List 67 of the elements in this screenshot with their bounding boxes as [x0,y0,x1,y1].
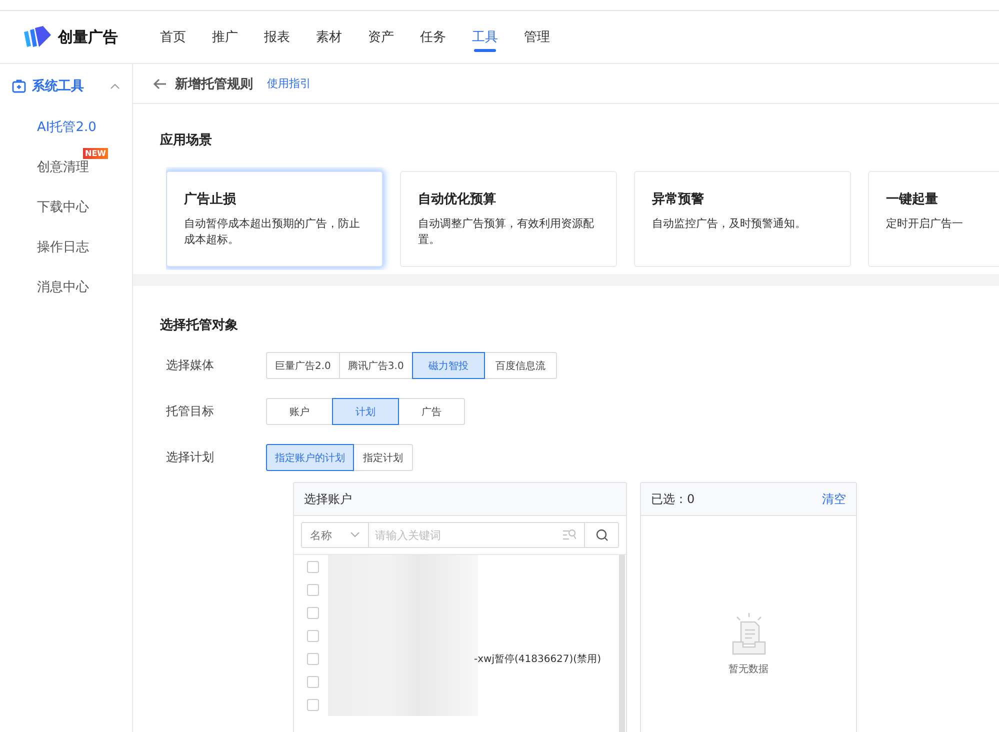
nav-tab[interactable]: 工具 [459,11,511,63]
sidebar-item[interactable]: AI托管2.0 [0,108,132,148]
nav-tab[interactable]: 报表 [251,11,303,63]
account-name: -xwj暂停(41836627)(禁用) [474,652,601,666]
card-description: 自动调整广告预算，有效利用资源配置。 [418,216,595,248]
checkbox[interactable] [307,584,319,596]
search-button[interactable] [584,523,618,547]
panel-title: 选择账户 [304,490,352,508]
scan-icon [562,529,576,541]
nav-tab[interactable]: 资产 [355,11,407,63]
field-label: 选择媒体 [166,357,215,374]
back-button[interactable] [153,78,167,90]
checkbox[interactable] [307,652,319,664]
empty-text: 暂无数据 [728,662,768,676]
scenario-card[interactable]: 异常预警 自动监控广告，及时预警通知。 [634,171,851,267]
checkbox[interactable] [307,630,319,642]
segment-option[interactable]: 磁力智投 [412,352,485,379]
card-title: 自动优化预算 [418,191,497,208]
segment-option[interactable]: 指定计划 [353,444,413,471]
filter-dropdown[interactable]: 名称 [302,523,369,547]
sidebar-item[interactable]: NEW 创意清理 [0,148,132,188]
card-description: 自动暂停成本超出预期的广告，防止成本超标。 [184,216,361,248]
card-description: 定时开启广告一 [886,216,964,232]
section-heading: 应用场景 [160,132,213,149]
segment-option[interactable]: 广告 [398,398,465,425]
checkbox[interactable] [307,560,319,572]
checkbox[interactable] [307,698,319,710]
toolbox-icon [12,79,26,93]
section-heading: 选择托管对象 [160,317,239,334]
field-label: 托管目标 [166,403,215,420]
nav-tab[interactable]: 管理 [511,11,563,63]
chevron-icon [110,83,120,89]
nav-tab[interactable]: 任务 [407,11,459,63]
page-title: 新增托管规则 [175,76,253,92]
sidebar-item[interactable]: 操作日志 [0,228,132,268]
sidebar-group[interactable]: 系统工具 [0,64,132,108]
guide-link[interactable]: 使用指引 [267,76,311,91]
nav-tab[interactable]: 首页 [147,11,199,63]
sidebar-item[interactable]: 消息中心 [0,268,132,308]
segment-option[interactable]: 腾讯广告3.0 [338,352,413,379]
scenario-card[interactable]: 一键起量 定时开启广告一 [868,171,999,267]
nav-tab[interactable]: 素材 [303,11,355,63]
search-icon [596,529,608,541]
segment-option[interactable]: 账户 [266,398,333,425]
segment-option[interactable]: 计划 [332,398,399,425]
chevron-icon [350,532,360,538]
segment-option[interactable]: 指定账户的计划 [266,444,354,471]
logo-icon [22,26,52,48]
card-title: 一键起量 [886,191,939,208]
segment-option[interactable]: 百度信息流 [484,352,557,379]
card-description: 自动监控广告，及时预警通知。 [652,216,807,232]
segment-option[interactable]: 巨量广告2.0 [266,352,340,379]
brand-name: 创量广告 [58,28,118,46]
scrollbar[interactable] [619,555,625,732]
new-badge: NEW [83,148,108,159]
checkbox[interactable] [307,676,319,688]
search-field[interactable]: 名称 请输入关键词 [301,522,619,548]
field-label: 选择计划 [166,449,215,466]
checkbox[interactable] [307,606,319,618]
card-title: 广告止损 [184,190,237,208]
scenario-card[interactable]: 广告止损 自动暂停成本超出预期的广告，防止成本超标。 [166,171,383,267]
sidebar-item[interactable]: 下载中心 [0,188,132,228]
nav-tab[interactable]: 推广 [199,11,251,63]
clear-link[interactable]: 清空 [822,490,846,508]
card-title: 异常预警 [652,191,705,208]
selected-count: 已选：0 [651,490,695,508]
scenario-card[interactable]: 自动优化预算 自动调整广告预算，有效利用资源配置。 [400,171,617,267]
